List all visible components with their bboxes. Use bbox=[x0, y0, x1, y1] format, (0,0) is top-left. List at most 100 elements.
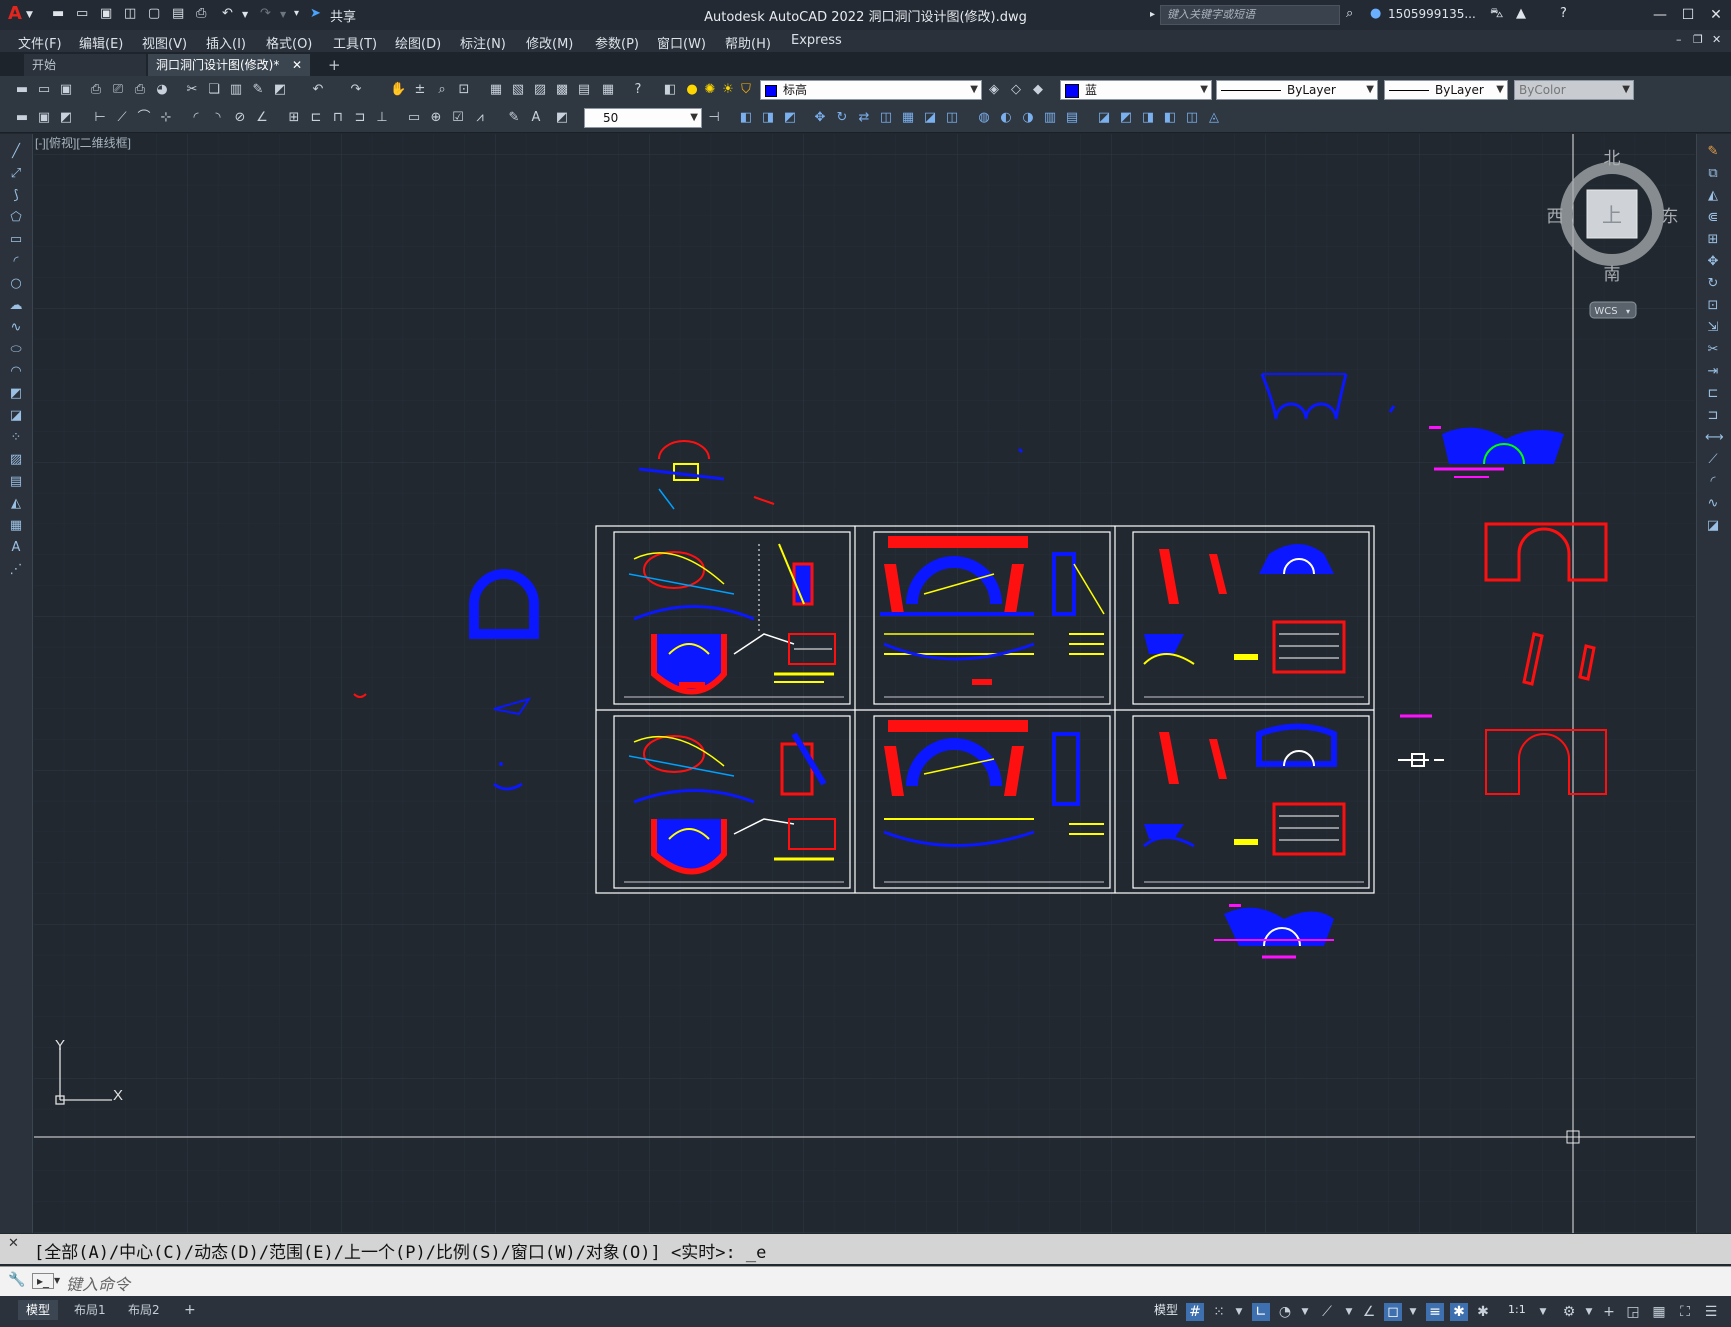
dim-space-icon[interactable]: ⊐ bbox=[352, 110, 368, 126]
undo-dropdown-icon[interactable]: ▼ bbox=[242, 10, 248, 28]
polar-chevron-icon[interactable]: ▼ bbox=[1296, 1303, 1314, 1321]
3d-box-icon[interactable]: ◧ bbox=[738, 110, 754, 126]
cart-icon[interactable]: ⛍ bbox=[1490, 6, 1503, 24]
move-icon[interactable]: ✥ bbox=[1705, 254, 1721, 270]
aligned-dim-icon[interactable]: ⟋ bbox=[114, 110, 130, 126]
layer-properties-icon[interactable]: ◧ bbox=[662, 82, 678, 98]
plotstyle-dropdown[interactable]: ByColor ▼ bbox=[1514, 80, 1634, 100]
help-icon[interactable]: ? bbox=[630, 82, 646, 98]
annotation-scale-chevron-icon[interactable]: ▼ bbox=[1534, 1303, 1552, 1321]
menu-insert[interactable]: 插入(I) bbox=[206, 33, 246, 52]
menu-view[interactable]: 视图(V) bbox=[142, 33, 187, 52]
menu-modify[interactable]: 修改(M) bbox=[526, 33, 573, 52]
pan-icon[interactable]: ✋ bbox=[390, 82, 406, 98]
erase-icon[interactable]: ✎ bbox=[1705, 144, 1721, 160]
auto-scale-icon[interactable]: ✱ bbox=[1474, 1303, 1492, 1321]
plot-icon[interactable]: ⎙ bbox=[88, 82, 104, 98]
save-icon[interactable]: ▣ bbox=[100, 6, 112, 24]
3d-array-icon[interactable]: ▦ bbox=[900, 110, 916, 126]
recent-commands-chevron-icon[interactable]: ▼ bbox=[54, 1276, 60, 1285]
design-center-icon[interactable]: ▧ bbox=[510, 82, 526, 98]
maximize-window-button[interactable]: ☐ bbox=[1676, 4, 1700, 26]
customization-menu-icon[interactable]: ☰ bbox=[1702, 1303, 1720, 1321]
properties-icon[interactable]: ▦ bbox=[488, 82, 504, 98]
autodesk-app-icon[interactable]: ▲ bbox=[1516, 6, 1526, 24]
add-selected-icon[interactable]: ⋰ bbox=[8, 562, 24, 578]
redo-icon[interactable]: ↷ bbox=[260, 6, 271, 24]
annotation-visibility-icon[interactable]: ✱ bbox=[1450, 1303, 1468, 1321]
chamfer-icon[interactable]: ⟋ bbox=[1705, 452, 1721, 468]
redo-icon[interactable]: ↷ bbox=[348, 82, 364, 98]
sheet-set-icon[interactable]: ▩ bbox=[554, 82, 570, 98]
autocad-logo-icon[interactable]: A bbox=[8, 3, 22, 24]
menu-window[interactable]: 窗口(W) bbox=[657, 33, 706, 52]
line-icon[interactable]: ╱ bbox=[8, 144, 24, 160]
baseline-dim-icon[interactable]: ⊏ bbox=[308, 110, 324, 126]
search-input[interactable]: 键入关键字或短语 bbox=[1160, 5, 1340, 25]
copy-object-icon[interactable]: ⧉ bbox=[1705, 166, 1721, 182]
tolerance-icon[interactable]: ▭ bbox=[406, 110, 422, 126]
center-mark-icon[interactable]: ⊕ bbox=[428, 110, 444, 126]
cut-icon[interactable]: ✂ bbox=[184, 82, 200, 98]
search-icon[interactable]: ⌕ bbox=[1346, 6, 1353, 24]
shell-icon[interactable]: ◩ bbox=[1118, 110, 1134, 126]
copy-icon[interactable]: ❏ bbox=[206, 82, 222, 98]
user-name[interactable]: 1505999135... bbox=[1388, 7, 1476, 25]
tab-layout2[interactable]: 布局2 bbox=[120, 1300, 168, 1320]
arc-length-icon[interactable]: ⌒ bbox=[136, 110, 152, 126]
tab-model[interactable]: 模型 bbox=[18, 1300, 59, 1320]
workspace-chevron-icon[interactable]: ▼ bbox=[1580, 1303, 1598, 1321]
hatch-icon[interactable]: ▨ bbox=[8, 452, 24, 468]
quick-properties-icon[interactable]: ▦ bbox=[1650, 1303, 1668, 1321]
3d-move-icon[interactable]: ✥ bbox=[812, 110, 828, 126]
object-snap-icon[interactable]: ◻ bbox=[1384, 1303, 1402, 1321]
model-space-button[interactable]: 模型 bbox=[1146, 1300, 1186, 1320]
3d-slice-icon[interactable]: ◪ bbox=[922, 110, 938, 126]
3d-rotate-icon[interactable]: ↻ bbox=[834, 110, 850, 126]
make-block-icon[interactable]: ◪ bbox=[8, 408, 24, 424]
intersect-icon[interactable]: ◑ bbox=[1020, 110, 1036, 126]
zoom-window-icon[interactable]: ⌕ bbox=[434, 82, 450, 98]
quick-dim-icon[interactable]: ⊞ bbox=[286, 110, 302, 126]
fillet-icon[interactable]: ◜ bbox=[1705, 474, 1721, 490]
markup-icon[interactable]: ▤ bbox=[576, 82, 592, 98]
linetype-dropdown[interactable]: ByLayer ▼ bbox=[1216, 80, 1378, 100]
arc-icon[interactable]: ◜ bbox=[8, 254, 24, 270]
tab-layout1[interactable]: 布局1 bbox=[66, 1300, 114, 1320]
dim-update-icon[interactable]: ◩ bbox=[554, 110, 570, 126]
grid-icon[interactable]: # bbox=[1186, 1303, 1204, 1321]
layer-dropdown[interactable]: 标高 ▼ bbox=[760, 80, 982, 100]
customize-icon[interactable]: 🔧 bbox=[8, 1272, 25, 1288]
point-icon[interactable]: ⁘ bbox=[8, 430, 24, 446]
viewport-label[interactable]: [-][俯视][二维线框] bbox=[35, 135, 131, 150]
ellipse-arc-icon[interactable]: ◠ bbox=[8, 364, 24, 380]
layer-on-icon[interactable]: ● bbox=[684, 82, 700, 98]
revision-cloud-icon[interactable]: ☁ bbox=[8, 298, 24, 314]
inspect-icon[interactable]: ☑ bbox=[450, 110, 466, 126]
menu-tools[interactable]: 工具(T) bbox=[333, 33, 377, 52]
doc-restore-button[interactable]: ❐ bbox=[1693, 33, 1703, 46]
undo-icon[interactable]: ↶ bbox=[310, 82, 326, 98]
object-snap-tracking-icon[interactable]: ∠ bbox=[1360, 1303, 1378, 1321]
color-dropdown[interactable]: 蓝 ▼ bbox=[1060, 80, 1212, 100]
tab-document[interactable]: 洞口洞门设计图(修改)* ✕ bbox=[148, 54, 310, 76]
isodraft-icon[interactable]: ⟋ bbox=[1318, 1303, 1336, 1321]
dim-override-icon[interactable]: ⊣ bbox=[706, 110, 722, 126]
dim-break-icon[interactable]: ⊥ bbox=[374, 110, 390, 126]
multiline-text-icon[interactable]: A bbox=[8, 540, 24, 556]
jogged-linear-icon[interactable]: ⩘ bbox=[472, 110, 488, 126]
polar-icon[interactable]: ◔ bbox=[1276, 1303, 1294, 1321]
layer-state-icon[interactable]: ◆ bbox=[1030, 82, 1046, 98]
object-snap-chevron-icon[interactable]: ▼ bbox=[1404, 1303, 1422, 1321]
region-icon[interactable]: ◭ bbox=[8, 496, 24, 512]
solid-edit-icon[interactable]: ◪ bbox=[1096, 110, 1112, 126]
check-icon[interactable]: ◬ bbox=[1206, 110, 1222, 126]
3d-section-icon[interactable]: ◫ bbox=[944, 110, 960, 126]
ellipse-icon[interactable]: ⬭ bbox=[8, 342, 24, 358]
units-icon[interactable]: ◲ bbox=[1624, 1303, 1642, 1321]
doc-close-button[interactable]: ✕ bbox=[1712, 33, 1721, 46]
ortho-icon[interactable]: ∟ bbox=[1252, 1303, 1270, 1321]
radius-dim-icon[interactable]: ◜ bbox=[188, 110, 204, 126]
make-current-layer-icon[interactable]: ◈ bbox=[986, 82, 1002, 98]
layer-freeze-icon[interactable]: ✺ bbox=[702, 82, 718, 98]
